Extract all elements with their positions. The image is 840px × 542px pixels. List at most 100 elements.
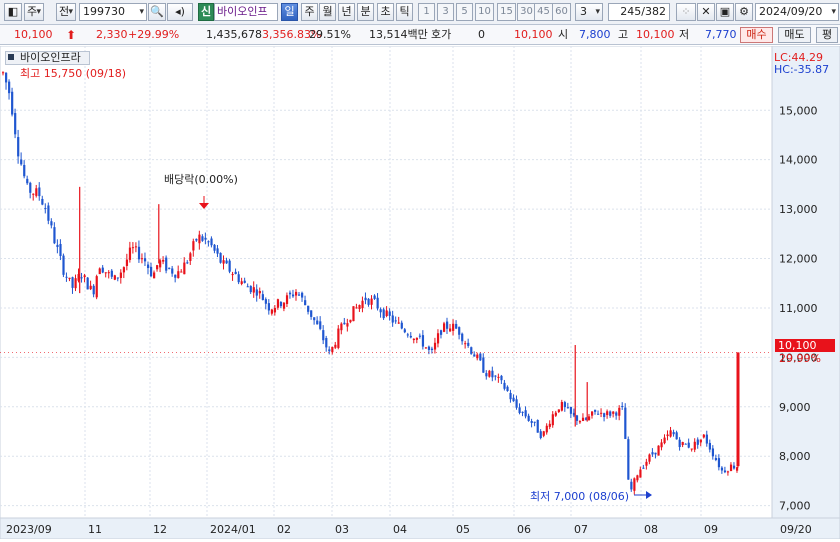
candle-body (615, 412, 618, 416)
candle-body (168, 267, 171, 269)
period-tab[interactable]: 주 (301, 3, 318, 21)
chart-title-box[interactable]: 바이오인프라 (5, 51, 90, 65)
candle-body (400, 322, 403, 329)
candle-body (702, 434, 705, 438)
candle-body (255, 289, 258, 296)
candle-body (2, 72, 5, 74)
price-chart[interactable]: 7,000 8,000 9,000 10,000 11,000 12,000 13,000 1… (0, 45, 840, 540)
period-number-button[interactable]: 10 (475, 3, 494, 21)
candlestick-chart[interactable]: 7,0008,0009,00010,00011,00012,00013,0001… (0, 45, 840, 540)
candle-body (355, 307, 358, 309)
link-icon[interactable]: ⁘ (676, 3, 696, 21)
period-number-button[interactable]: 45 (534, 3, 553, 21)
candle-body (204, 237, 207, 240)
x-tick-label: 09 (704, 523, 718, 536)
search-icon[interactable]: 🔍 (148, 3, 166, 21)
new-listing-badge: 신 (198, 3, 214, 21)
speaker-icon[interactable]: ◂) (167, 3, 193, 21)
period-tab[interactable]: 틱 (396, 3, 413, 21)
candle-body (225, 260, 228, 264)
candle-body (527, 415, 530, 421)
period-tab[interactable]: 초 (377, 3, 394, 21)
period-tab[interactable]: 년 (338, 3, 355, 21)
candle-body (470, 347, 473, 354)
price-change-pct: +29.99% (128, 28, 180, 41)
candle-body (736, 352, 740, 467)
candle-body (267, 303, 271, 311)
candle-body (397, 322, 400, 324)
candle-body (720, 467, 724, 471)
date-field[interactable]: 2024/09/20 (755, 3, 839, 21)
candle-body (125, 259, 129, 266)
candle-body (705, 434, 708, 444)
panel-handle-icon[interactable] (8, 54, 14, 60)
candle-body (379, 309, 382, 313)
period-number-button[interactable]: 5 (456, 3, 473, 21)
candle-body (436, 333, 440, 344)
period-tab[interactable]: 일 (281, 3, 298, 21)
current-pct-tag: 29.99% (779, 352, 821, 365)
candle-body (104, 272, 107, 274)
candle-body (183, 262, 186, 275)
candle-body (666, 434, 669, 437)
candle-body (533, 421, 536, 423)
candle-body (195, 238, 198, 241)
stock-name-field[interactable]: 바이오인프 (214, 3, 278, 21)
toolbar: ◧ 주 전 199730 🔍 ◂) 신 바이오인프 일주월년분초틱 135101… (0, 0, 840, 25)
x-tick-label: 12 (153, 523, 167, 536)
candle-body (600, 412, 603, 414)
stock-code-input[interactable]: 199730 (79, 3, 147, 21)
buy-button[interactable]: 매수 (740, 27, 773, 43)
period-tab[interactable]: 분 (357, 3, 374, 21)
candle-body (110, 270, 113, 277)
ask-value: 10,100 (514, 28, 553, 41)
eval-button[interactable]: 평 (816, 27, 838, 43)
candle-body (29, 182, 32, 193)
candle-body (165, 257, 168, 271)
candle-body (476, 354, 479, 359)
candle-body (636, 475, 639, 481)
open-label: 시 (558, 28, 569, 41)
period-number-button[interactable]: 15 (497, 3, 516, 21)
market-type-select[interactable]: 주 (24, 3, 44, 21)
candle-body (343, 322, 346, 325)
crosshair-icon[interactable]: ✕ (697, 3, 715, 21)
low-label: 저 (679, 28, 690, 41)
candle-body (518, 407, 521, 413)
candle-body (376, 297, 379, 309)
candle-body (192, 241, 195, 251)
period-tab[interactable]: 월 (319, 3, 336, 21)
candle-body (427, 346, 431, 350)
candle-body (285, 295, 289, 304)
chart-low-note: 최저 7,000 (08/06) (530, 490, 630, 503)
count-select[interactable]: 3 (575, 3, 603, 21)
candle-body (243, 280, 246, 283)
candle-body (119, 272, 122, 278)
candle-body (219, 252, 222, 263)
gear-icon[interactable]: ⚙ (735, 3, 753, 21)
candle-body (464, 343, 467, 345)
candle-body (276, 299, 280, 308)
candle-body (627, 439, 630, 480)
candle-body (660, 442, 663, 448)
candle-body (382, 309, 385, 319)
candle-body (346, 323, 349, 327)
low-value: 7,770 (705, 28, 737, 41)
page-counter: 245/382 (608, 3, 670, 21)
candle-body (458, 327, 461, 335)
period-number-button[interactable]: 1 (418, 3, 435, 21)
period-number-button[interactable]: 60 (552, 3, 571, 21)
candle-body (264, 299, 267, 304)
candle-body (512, 397, 515, 402)
candle-body (156, 265, 159, 270)
candle-body (95, 276, 98, 298)
save-icon[interactable]: ▣ (716, 3, 734, 21)
candle-body (488, 370, 491, 377)
window-menu-icon[interactable]: ◧ (4, 3, 22, 21)
candle-body (325, 337, 328, 348)
period-number-button[interactable]: 3 (437, 3, 454, 21)
candle-body (663, 437, 666, 444)
market-scope-select[interactable]: 전 (56, 3, 76, 21)
sell-button[interactable]: 매도 (778, 27, 811, 43)
candle-body (711, 448, 715, 457)
